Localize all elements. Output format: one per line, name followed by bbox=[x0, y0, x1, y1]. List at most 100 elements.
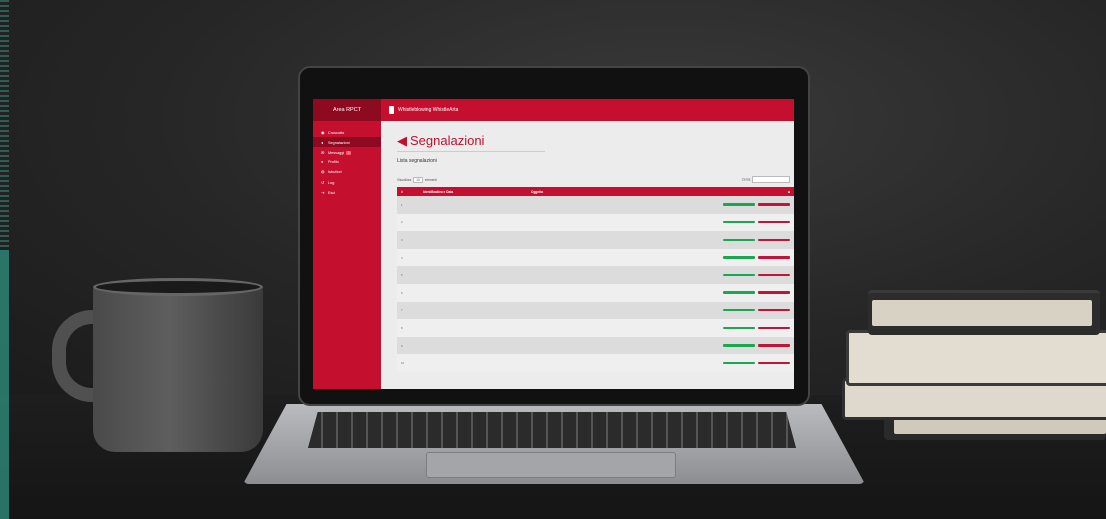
table-row[interactable]: 1 bbox=[397, 196, 794, 214]
row-actions bbox=[708, 301, 794, 320]
delete-button[interactable] bbox=[758, 256, 790, 259]
page-size-select[interactable]: 10 bbox=[413, 177, 423, 183]
delete-button[interactable] bbox=[758, 203, 790, 206]
delete-button[interactable] bbox=[758, 273, 790, 277]
column-header-actions: ■ bbox=[708, 187, 794, 196]
delete-button[interactable] bbox=[758, 326, 790, 329]
table-row[interactable]: 9 bbox=[397, 336, 794, 355]
delete-button[interactable] bbox=[758, 291, 790, 294]
column-header[interactable]: # bbox=[397, 187, 419, 196]
row-actions bbox=[708, 354, 794, 372]
row-actions bbox=[708, 283, 794, 302]
open-button[interactable] bbox=[723, 344, 755, 347]
dashboard-icon: ◉ bbox=[321, 130, 325, 135]
delete-button[interactable] bbox=[758, 221, 790, 224]
main-content: ◀ Segnalazioni Lista segnalazioni Visuali… bbox=[381, 121, 794, 389]
table-row[interactable]: 7 bbox=[397, 301, 794, 320]
table-row[interactable]: 5 bbox=[397, 266, 794, 284]
sidebar-item-cruscotto[interactable]: ◉ Cruscotto bbox=[313, 127, 381, 137]
delete-button[interactable] bbox=[758, 238, 790, 241]
sidebar-item-label: Segnalazioni bbox=[328, 140, 350, 145]
sidebar-item-label: Esci bbox=[328, 190, 336, 195]
frame-decoration bbox=[0, 250, 9, 519]
delete-button[interactable] bbox=[758, 344, 790, 347]
laptop-trackpad bbox=[426, 452, 676, 478]
row-subject bbox=[527, 231, 708, 249]
row-subject bbox=[527, 354, 708, 372]
row-id-date bbox=[419, 213, 527, 232]
sidebar-item-istruttori[interactable]: ◍ Istruttori bbox=[313, 167, 381, 177]
show-label: Visualizza bbox=[397, 178, 412, 182]
page-title: ◀ Segnalazioni bbox=[397, 133, 484, 149]
table-header: # Identificativo e Data Oggetto ■ bbox=[397, 187, 794, 196]
row-actions bbox=[708, 231, 794, 249]
shield-icon bbox=[389, 105, 394, 114]
laptop-screen: Area RPCT ◉ Cruscotto ◂ Segnalazioni ✉ Mess… bbox=[313, 99, 794, 389]
delete-button[interactable] bbox=[758, 308, 790, 312]
row-actions bbox=[708, 266, 794, 284]
row-actions bbox=[708, 248, 794, 267]
row-number: 9 bbox=[397, 336, 419, 355]
column-header[interactable]: Oggetto bbox=[527, 187, 708, 196]
table-row[interactable]: 6 bbox=[397, 283, 794, 302]
table-row[interactable]: 3 bbox=[397, 231, 794, 249]
table-row[interactable]: 4 bbox=[397, 248, 794, 267]
row-id-date bbox=[419, 336, 527, 355]
sidebar-item-messaggi[interactable]: ✉ Messaggi 2 bbox=[313, 147, 381, 157]
top-bar: Whistleblowing WhistleArta bbox=[381, 99, 794, 121]
page-size-control: Visualizza 10 elementi bbox=[397, 177, 437, 183]
sidebar-item-esci[interactable]: ⇥ Esci bbox=[313, 187, 381, 197]
open-button[interactable] bbox=[723, 221, 755, 224]
open-button[interactable] bbox=[723, 238, 755, 241]
table-row[interactable]: 10 bbox=[397, 354, 794, 372]
table-row[interactable]: 8 bbox=[397, 319, 794, 337]
row-subject bbox=[527, 213, 708, 232]
row-actions bbox=[708, 213, 794, 232]
sidebar-item-label: Log bbox=[328, 180, 335, 185]
users-icon: ◍ bbox=[321, 170, 325, 175]
app-title: Whistleblowing WhistleArta bbox=[398, 107, 459, 113]
row-id-date bbox=[419, 319, 527, 337]
history-icon: ↺ bbox=[321, 180, 325, 185]
row-subject bbox=[527, 248, 708, 267]
delete-button[interactable] bbox=[758, 361, 790, 365]
open-button[interactable] bbox=[723, 361, 755, 365]
book bbox=[846, 330, 1106, 386]
open-button[interactable] bbox=[723, 291, 755, 294]
open-button[interactable] bbox=[723, 203, 755, 206]
open-button[interactable] bbox=[723, 326, 755, 329]
row-number: 4 bbox=[397, 248, 419, 267]
row-id-date bbox=[419, 248, 527, 267]
megaphone-icon: ◂ bbox=[321, 140, 323, 145]
sidebar-item-label: Profilo bbox=[328, 160, 339, 165]
row-id-date bbox=[419, 301, 527, 320]
sidebar-item-profilo[interactable]: ● Profilo bbox=[313, 158, 381, 167]
section-subtitle: Lista segnalazioni bbox=[397, 158, 437, 164]
open-button[interactable] bbox=[723, 308, 755, 312]
page-title-text: Segnalazioni bbox=[410, 133, 485, 148]
row-subject bbox=[527, 301, 708, 320]
sidebar-item-label: Cruscotto bbox=[328, 130, 345, 135]
sidebar: Area RPCT ◉ Cruscotto ◂ Segnalazioni ✉ Mess… bbox=[313, 99, 381, 389]
row-number: 5 bbox=[397, 266, 419, 284]
divider bbox=[397, 151, 545, 152]
row-actions bbox=[708, 319, 794, 337]
open-button[interactable] bbox=[723, 256, 755, 259]
row-subject bbox=[527, 196, 708, 214]
row-id-date bbox=[419, 266, 527, 284]
table-row[interactable]: 2 bbox=[397, 213, 794, 232]
row-actions bbox=[708, 196, 794, 214]
row-id-date bbox=[419, 231, 527, 249]
search-input[interactable] bbox=[752, 176, 790, 183]
sidebar-item-log[interactable]: ↺ Log bbox=[313, 177, 381, 187]
row-number: 1 bbox=[397, 196, 419, 214]
megaphone-icon: ◀ bbox=[397, 133, 407, 148]
open-button[interactable] bbox=[723, 273, 755, 277]
row-subject bbox=[527, 336, 708, 355]
row-subject bbox=[527, 266, 708, 284]
column-header[interactable]: Identificativo e Data bbox=[419, 187, 527, 196]
lock-icon: ■ bbox=[788, 189, 790, 194]
row-number: 2 bbox=[397, 213, 419, 232]
sidebar-item-segnalazioni[interactable]: ◂ Segnalazioni bbox=[313, 137, 381, 148]
notebook-pages bbox=[872, 300, 1092, 326]
